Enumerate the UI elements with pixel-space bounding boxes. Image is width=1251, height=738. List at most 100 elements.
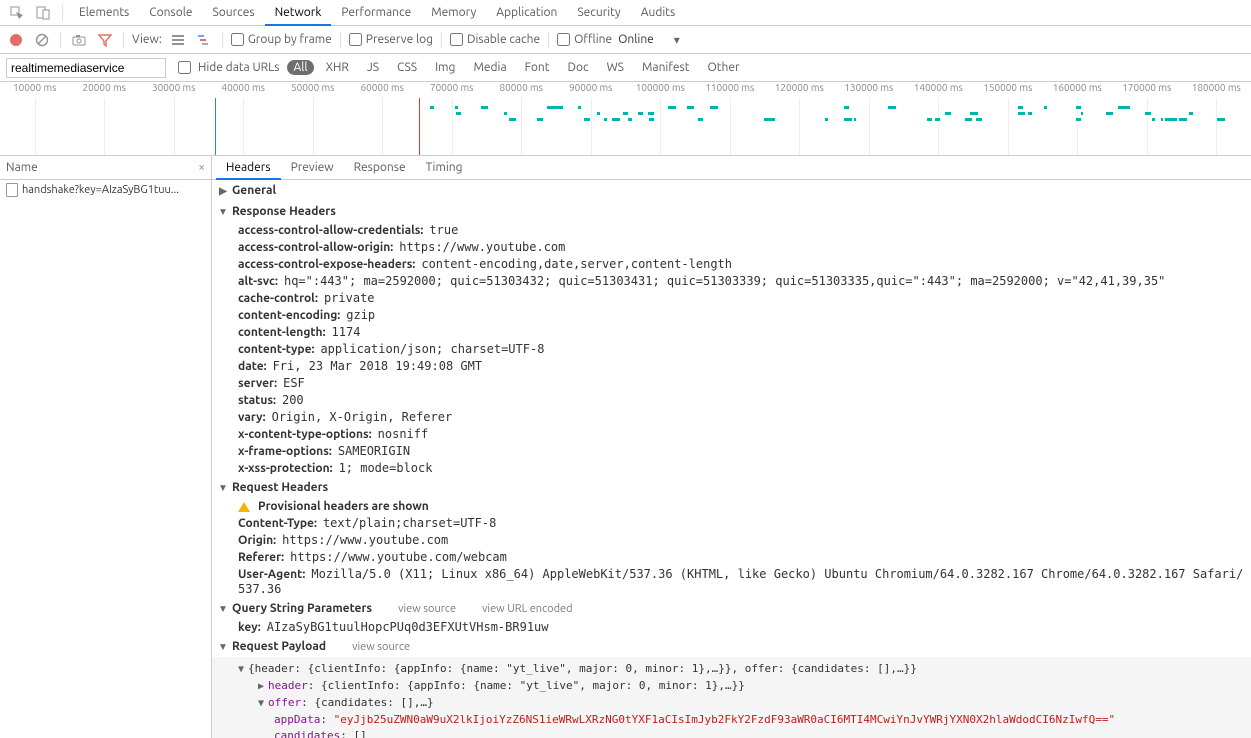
type-filter-all[interactable]: All	[287, 60, 313, 75]
overview-tick: 40000 ms	[222, 82, 265, 93]
header-row: server:ESF	[212, 375, 1251, 392]
overview-request-bar	[578, 106, 581, 109]
type-filter-ws[interactable]: WS	[601, 60, 630, 75]
main-tab-security[interactable]: Security	[567, 0, 630, 26]
overview-tick: 180000 ms	[1192, 82, 1241, 93]
overview-request-bar	[710, 106, 717, 109]
hide-data-urls-checkbox[interactable]: Hide data URLs	[174, 58, 279, 77]
type-filter-font[interactable]: Font	[519, 60, 556, 75]
header-row: Content-Type:text/plain;charset=UTF-8	[212, 515, 1251, 532]
throttling-dropdown-icon[interactable]: ▾	[674, 33, 680, 47]
detail-tab-response[interactable]: Response	[344, 156, 416, 180]
overview-request-bar	[668, 106, 675, 109]
throttling-select[interactable]: Online	[618, 33, 654, 46]
header-value: 1; mode=block	[339, 461, 433, 475]
section-query-string[interactable]: ▼ Query String Parameters view source vi…	[212, 598, 1251, 619]
main-tab-audits[interactable]: Audits	[631, 0, 686, 26]
overview-request-bar	[1217, 118, 1225, 121]
type-filter-css[interactable]: CSS	[391, 60, 423, 75]
provisional-headers-warning: Provisional headers are shown	[212, 498, 1251, 515]
large-rows-icon[interactable]	[168, 30, 188, 50]
header-value: Mozilla/5.0 (X11; Linux x86_64) AppleWeb…	[238, 567, 1243, 596]
record-button[interactable]	[6, 30, 26, 50]
header-value: AIzaSyBG1tuulHopcPUq0d3EFXUtVHsm-BR91uw	[267, 620, 549, 634]
detail-tab-headers[interactable]: Headers	[216, 156, 281, 180]
header-row: content-type:application/json; charset=U…	[212, 341, 1251, 358]
overview-request-bar	[612, 118, 619, 121]
preserve-log-checkbox[interactable]: Preserve log	[349, 33, 433, 46]
close-details-icon[interactable]: ×	[198, 156, 205, 180]
clear-button[interactable]	[32, 30, 52, 50]
main-tab-application[interactable]: Application	[486, 0, 567, 26]
header-name: content-encoding:	[238, 309, 340, 322]
header-value: 200	[282, 393, 304, 407]
capture-screenshots-icon[interactable]	[69, 30, 89, 50]
type-filter-js[interactable]: JS	[361, 60, 385, 75]
filter-icon[interactable]	[95, 30, 115, 50]
type-filter-img[interactable]: Img	[429, 60, 461, 75]
main-tab-elements[interactable]: Elements	[69, 0, 139, 26]
main-tab-performance[interactable]: Performance	[331, 0, 421, 26]
header-row: cache-control:private	[212, 290, 1251, 307]
type-filter-manifest[interactable]: Manifest	[636, 60, 695, 75]
header-row: alt-svc:hq=":443"; ma=2592000; quic=5130…	[212, 273, 1251, 290]
section-request-payload[interactable]: ▼ Request Payload view source	[212, 636, 1251, 657]
overview-request-bar	[1145, 112, 1151, 115]
overview-request-bar	[1076, 106, 1081, 109]
chevron-right-icon: ▶	[218, 185, 228, 197]
header-value: content-encoding,date,server,content-len…	[421, 257, 732, 271]
request-detail: HeadersPreviewResponseTiming ▶ General ▼…	[212, 156, 1251, 738]
network-filter-row: Hide data URLs All XHR JS CSS Img Media Font Do…	[0, 54, 1251, 82]
detail-tab-timing[interactable]: Timing	[416, 156, 473, 180]
header-name: date:	[238, 360, 267, 373]
header-name: cache-control:	[238, 292, 318, 305]
request-payload-tree[interactable]: ▼{header: {clientInfo: {appInfo: {name: …	[212, 657, 1251, 738]
main-tab-console[interactable]: Console	[139, 0, 202, 26]
header-value: Origin, X-Origin, Referer	[272, 410, 453, 424]
main-tab-network[interactable]: Network	[265, 0, 332, 26]
group-by-frame-checkbox[interactable]: Group by frame	[231, 33, 332, 46]
overview-request-bar	[509, 118, 516, 121]
filter-input[interactable]	[6, 58, 166, 78]
overview-request-bar	[1189, 112, 1192, 115]
main-tab-sources[interactable]: Sources	[202, 0, 264, 26]
chevron-down-icon: ▼	[218, 603, 228, 615]
overview-request-bar	[430, 106, 434, 109]
network-overview[interactable]: 10000 ms20000 ms30000 ms40000 ms50000 ms…	[0, 82, 1251, 156]
header-name: x-content-type-options:	[238, 428, 372, 441]
header-row: access-control-expose-headers:content-en…	[212, 256, 1251, 273]
type-filter-other[interactable]: Other	[701, 60, 745, 75]
type-filter-media[interactable]: Media	[467, 60, 512, 75]
overview-tick: 120000 ms	[775, 82, 824, 93]
device-toggle-icon[interactable]	[30, 0, 56, 26]
waterfall-view-icon[interactable]	[194, 30, 214, 50]
detail-tab-preview[interactable]: Preview	[281, 156, 344, 180]
section-general[interactable]: ▶ General	[212, 180, 1251, 201]
view-source-link[interactable]: view source	[352, 641, 410, 653]
header-name: x-xss-protection:	[238, 462, 333, 475]
section-request-headers[interactable]: ▼ Request Headers	[212, 477, 1251, 498]
main-tab-memory[interactable]: Memory	[421, 0, 486, 26]
header-row: User-Agent:Mozilla/5.0 (X11; Linux x86_6…	[212, 566, 1251, 598]
view-url-encoded-link[interactable]: view URL encoded	[482, 603, 572, 615]
section-response-headers[interactable]: ▼ Response Headers	[212, 201, 1251, 222]
request-row[interactable]: handshake?key=AIzaSyBG1tuu...	[0, 180, 211, 200]
inspect-icon[interactable]	[4, 0, 30, 26]
overview-request-bar	[1028, 112, 1033, 115]
disable-cache-checkbox[interactable]: Disable cache	[450, 33, 540, 46]
overview-request-bar	[552, 106, 559, 109]
type-filter-xhr[interactable]: XHR	[320, 60, 355, 75]
overview-request-bar	[698, 118, 702, 121]
overview-request-bar	[456, 112, 462, 115]
overview-request-bar	[1044, 106, 1046, 109]
view-source-link[interactable]: view source	[398, 603, 456, 615]
header-row: x-xss-protection: 1; mode=block	[212, 460, 1251, 477]
overview-request-bar	[628, 118, 632, 121]
overview-request-bar	[764, 118, 769, 121]
offline-checkbox[interactable]: Offline	[557, 33, 612, 46]
type-filter-doc[interactable]: Doc	[562, 60, 595, 75]
overview-tick: 90000 ms	[569, 82, 612, 93]
header-name: Origin:	[238, 534, 276, 547]
overview-request-bar	[825, 118, 828, 121]
header-row: Referer:https://www.youtube.com/webcam	[212, 549, 1251, 566]
